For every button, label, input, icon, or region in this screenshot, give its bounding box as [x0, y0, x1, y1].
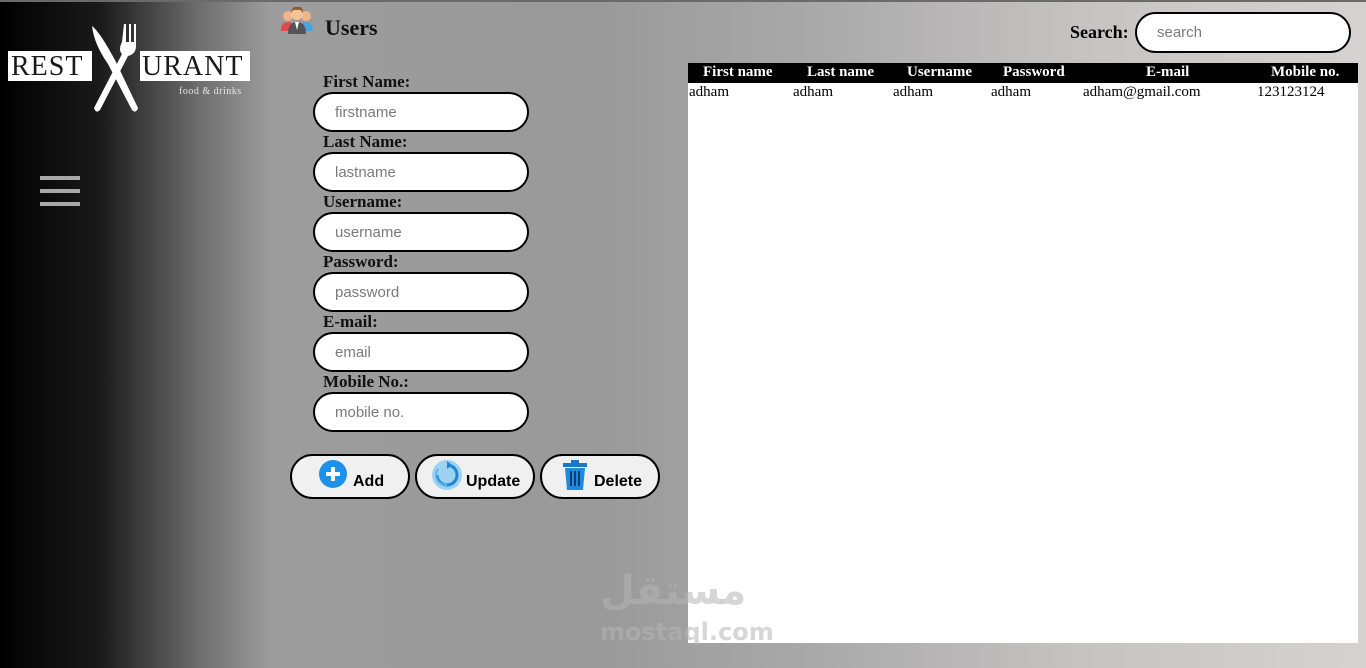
cell-mobile: 123123124: [1257, 84, 1325, 100]
cell-password: adham: [991, 84, 1031, 100]
email-label: E-mail:: [323, 312, 378, 331]
password-input[interactable]: [313, 272, 529, 312]
table-row[interactable]: adham adham adham adham adham@gmail.com …: [688, 63, 1358, 103]
password-label: Password:: [323, 252, 399, 271]
delete-button-label: Delete: [594, 473, 643, 490]
add-button[interactable]: Add: [290, 454, 410, 499]
cell-first-name: adham: [689, 84, 729, 100]
cell-last-name: adham: [793, 84, 833, 100]
update-button[interactable]: Update: [415, 454, 535, 499]
update-button-label: Update: [466, 473, 521, 490]
mobile-input[interactable]: [313, 392, 529, 432]
users-icon: [281, 6, 313, 34]
trash-icon: [563, 460, 587, 490]
refresh-icon: [432, 460, 462, 490]
watermark-arabic: مستقل: [600, 568, 747, 614]
plus-circle-icon: [319, 460, 347, 488]
first-name-label: First Name:: [323, 72, 411, 91]
search-label: Search:: [1070, 22, 1129, 42]
mobile-label: Mobile No.:: [323, 372, 409, 391]
watermark: مستقل mostaql.com: [600, 568, 774, 653]
fork-knife-icon: [92, 24, 138, 112]
menu-icon[interactable]: [40, 176, 80, 206]
delete-button[interactable]: Delete: [540, 454, 660, 499]
users-table: First name Last name Username Password E…: [688, 63, 1358, 643]
first-name-input[interactable]: [313, 92, 529, 132]
email-input[interactable]: [313, 332, 529, 372]
username-input[interactable]: [313, 212, 529, 252]
cell-username: adham: [893, 84, 933, 100]
cell-email: adham@gmail.com: [1083, 84, 1201, 100]
page-title: Users: [325, 15, 378, 40]
search-input[interactable]: [1135, 12, 1351, 53]
watermark-latin: mostaql.com: [600, 618, 774, 646]
username-label: Username:: [323, 192, 403, 211]
logo-text-right: URANT: [140, 51, 250, 82]
logo-text-left: REST: [8, 51, 92, 82]
restaurant-logo[interactable]: REST URANT food & drinks: [8, 22, 253, 114]
top-border: [0, 0, 1366, 2]
logo-tagline: food & drinks: [179, 86, 242, 97]
last-name-input[interactable]: [313, 152, 529, 192]
last-name-label: Last Name:: [323, 132, 408, 151]
add-button-label: Add: [353, 473, 385, 490]
